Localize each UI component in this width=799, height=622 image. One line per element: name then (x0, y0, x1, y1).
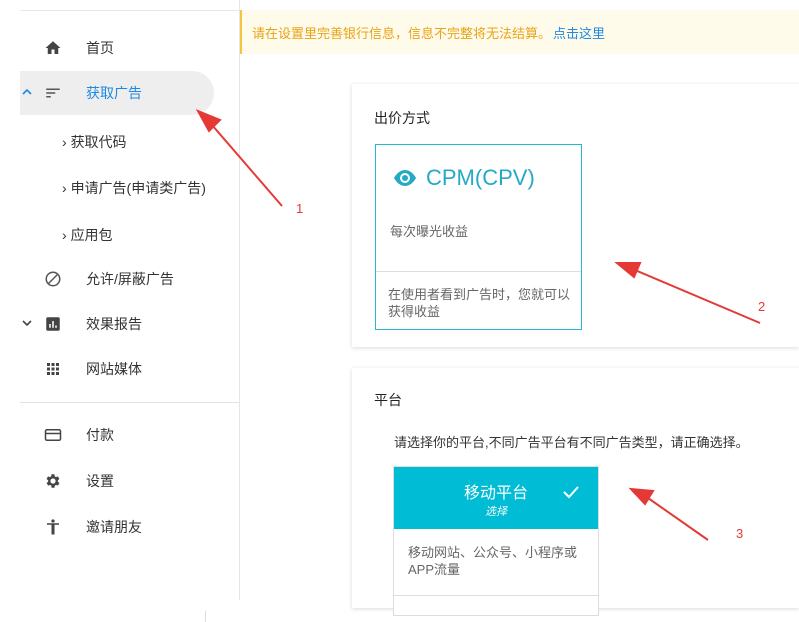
bidding-title: 出价方式 (374, 110, 430, 126)
bidding-card: 出价方式 CPM(CPV) 每次曝光收益 在使用者看到广告时，您就可以获得收益 (352, 84, 799, 347)
cpm-option[interactable]: CPM(CPV) 每次曝光收益 在使用者看到广告时，您就可以获得收益 (375, 144, 582, 330)
annotation-label-2: 2 (758, 299, 766, 314)
sidebar-subitem-app-package[interactable]: › 应用包 (62, 225, 113, 245)
cpm-description: 每次曝光收益 (390, 224, 469, 239)
sidebar-divider (20, 402, 239, 403)
warning-text: 请在设置里完善银行信息，信息不完整将无法结算。 (252, 25, 552, 41)
chevron-up-icon (22, 86, 32, 100)
annotation-label-3: 3 (736, 526, 744, 541)
cpm-footnote: 在使用者看到广告时，您就可以获得收益 (388, 287, 571, 319)
sidebar-item-get-ads[interactable]: 获取广告 (20, 71, 214, 115)
bar-chart-icon (46, 317, 60, 331)
eye-icon (394, 170, 416, 186)
sort-lines-icon (46, 88, 60, 98)
sidebar-item-label: 获取广告 (86, 85, 142, 101)
warning-link[interactable]: 点击这里 (553, 23, 605, 42)
mobile-platform-option[interactable]: 移动平台 选择 移动网站、公众号、小程序或APP流量 (393, 466, 599, 616)
sidebar-item-label: 邀请朋友 (86, 519, 142, 535)
cpm-title-row: CPM(CPV) (392, 165, 535, 191)
person-icon (47, 519, 59, 535)
mobile-platform-header: 移动平台 选择 (394, 467, 598, 529)
mobile-platform-divider (394, 595, 598, 596)
sidebar-item-settings[interactable]: 设置 (20, 459, 214, 503)
block-icon (45, 271, 61, 287)
sidebar-item-label: 首页 (86, 40, 114, 56)
sidebar-item-reports[interactable]: 效果报告 (20, 302, 214, 346)
mobile-platform-select-label: 选择 (485, 506, 507, 518)
sidebar-item-label: 付款 (86, 427, 114, 443)
sidebar-item-label: 设置 (86, 473, 114, 489)
sidebar-item-home[interactable]: 首页 (20, 26, 214, 70)
bottom-tick (205, 611, 206, 622)
sidebar-top-divider (20, 10, 239, 11)
sidebar-subitem-get-code[interactable]: › 获取代码 (62, 132, 127, 152)
sidebar-item-label: 网站媒体 (86, 361, 142, 377)
cpm-divider (376, 271, 581, 272)
platform-card: 平台 请选择你的平台,不同广告平台有不同广告类型，请正确选择。 移动平台 选择 … (352, 368, 799, 616)
sidebar-item-payment[interactable]: 付款 (20, 413, 214, 457)
gear-icon (46, 474, 60, 488)
platform-title: 平台 (374, 392, 402, 408)
bank-info-warning: 请在设置里完善银行信息，信息不完整将无法结算。 点击这里 (240, 10, 799, 54)
checkmark-icon (563, 486, 579, 499)
annotation-label-1: 1 (296, 201, 304, 216)
sidebar-item-label: 效果报告 (86, 316, 142, 332)
chevron-right-icon: › (62, 227, 71, 243)
home-icon (45, 41, 61, 54)
credit-card-icon (44, 429, 62, 441)
grid-icon (47, 363, 59, 375)
sidebar-item-invite[interactable]: 邀请朋友 (20, 505, 214, 549)
platform-intro: 请选择你的平台,不同广告平台有不同广告类型，请正确选择。 (394, 435, 749, 450)
chevron-down-icon (22, 317, 32, 331)
sidebar-item-label: 允许/屏蔽广告 (86, 271, 174, 287)
sidebar-item-allow-block[interactable]: 允许/屏蔽广告 (20, 257, 214, 301)
chevron-right-icon: › (62, 134, 71, 150)
mobile-platform-description: 移动网站、公众号、小程序或APP流量 (408, 545, 578, 577)
sidebar-item-websites[interactable]: 网站媒体 (20, 347, 214, 391)
sidebar: 首页 获取广告 › 获取代码 › 申请广告(申请类广告) › 应用包 允许/屏蔽… (0, 0, 240, 600)
sidebar-subitem-apply-ads[interactable]: › 申请广告(申请类广告) (62, 178, 206, 198)
cpm-title: CPM(CPV) (426, 165, 535, 190)
chevron-right-icon: › (62, 180, 71, 196)
